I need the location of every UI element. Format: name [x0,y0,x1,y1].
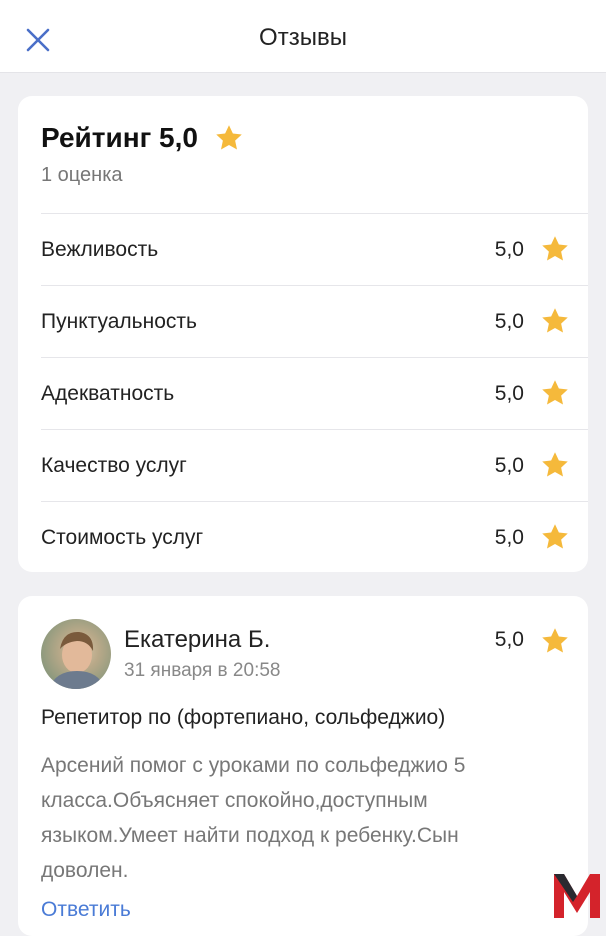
avatar[interactable] [41,619,111,689]
star-icon [540,450,570,480]
reply-link[interactable]: Ответить [41,898,131,922]
review-card: Екатерина Б. 31 января в 20:58 5,0 Репет… [18,596,588,936]
criterion-value: 5,0 [494,525,524,549]
star-icon [214,123,244,153]
criterion-row: Адекватность 5,0 [41,357,588,429]
criterion-label: Адекватность [41,381,175,405]
star-icon [540,234,570,264]
review-service: Репетитор по (фортепиано, сольфеджио) [41,706,446,729]
criterion-value: 5,0 [494,237,524,261]
rating-summary: Рейтинг 5,0 [41,122,244,154]
star-icon [540,522,570,552]
top-bar: Отзывы [0,0,606,73]
star-icon [540,626,570,656]
criterion-row: Качество услуг 5,0 [41,429,588,501]
review-text: Арсений помог с уроками по сольфеджио 5 … [41,754,466,882]
m-logo-icon [552,872,602,918]
rating-count: 1 оценка [41,164,123,186]
star-icon [540,378,570,408]
review-date: 31 января в 20:58 [124,660,281,681]
star-icon [540,306,570,336]
criterion-label: Качество услуг [41,453,187,477]
criterion-value: 5,0 [494,453,524,477]
rating-title: Рейтинг 5,0 [41,122,198,153]
criterion-label: Пунктуальность [41,309,197,333]
rating-card: Рейтинг 5,0 1 оценка Вежливость 5,0 Пунк… [18,96,588,572]
criteria-list: Вежливость 5,0 Пунктуальность 5,0 Адеква… [41,213,588,573]
criterion-row: Стоимость услуг 5,0 [41,501,588,573]
criterion-row: Пунктуальность 5,0 [41,285,588,357]
reviewer-name: Екатерина Б. [124,626,271,653]
page-title: Отзывы [259,24,347,51]
review-rating-value: 5,0 [494,628,524,651]
criterion-row: Вежливость 5,0 [41,213,588,285]
criterion-label: Вежливость [41,237,159,261]
criterion-value: 5,0 [494,381,524,405]
criterion-value: 5,0 [494,309,524,333]
criterion-label: Стоимость услуг [41,525,204,549]
